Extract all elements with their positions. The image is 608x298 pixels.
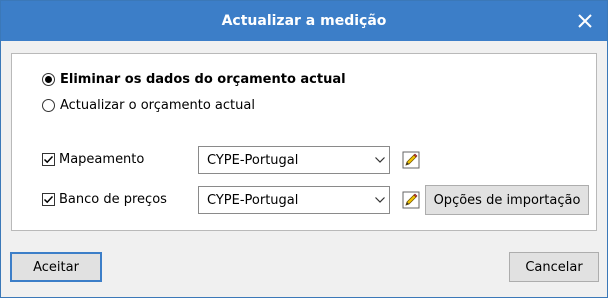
mapeamento-label: Mapeamento [59,151,145,167]
banco-value: CYPE-Portugal [207,192,299,208]
close-icon [578,14,592,28]
checkmark-icon [43,155,54,163]
chevron-down-icon [371,147,389,173]
radio-eliminar-row[interactable]: Eliminar os dados do orçamento actual [42,68,346,90]
banco-select[interactable]: CYPE-Portugal [198,186,390,214]
checkmark-icon [43,195,54,203]
dialog-title: Actualizar a medição [221,13,387,29]
update-measurement-dialog: Actualizar a medição Eliminar os dados d… [0,0,608,298]
mapeamento-value: CYPE-Portugal [207,152,299,168]
banco-row[interactable]: Banco de preços [42,188,167,210]
radio-eliminar-label: Eliminar os dados do orçamento actual [60,71,346,87]
title-bar: Actualizar a medição [1,1,607,41]
cancel-button[interactable]: Cancelar [509,252,599,282]
mapeamento-select[interactable]: CYPE-Portugal [198,146,390,174]
close-button[interactable] [571,7,599,35]
mapeamento-checkbox[interactable] [42,152,55,166]
import-options-button[interactable]: Opções de importação [425,185,589,215]
accept-button[interactable]: Aceitar [10,252,102,282]
banco-checkbox[interactable] [42,192,55,206]
radio-actualizar[interactable] [42,98,55,112]
chevron-down-icon [371,187,389,213]
radio-actualizar-label: Actualizar o orçamento actual [60,97,255,113]
mapeamento-row[interactable]: Mapeamento [42,148,144,170]
pencil-icon [402,151,420,169]
radio-actualizar-row[interactable]: Actualizar o orçamento actual [42,94,255,116]
radio-eliminar[interactable] [42,72,55,86]
edit-banco-button[interactable] [402,191,420,209]
edit-mapeamento-button[interactable] [402,151,420,169]
options-panel: Eliminar os dados do orçamento actual Ac… [11,53,597,231]
pencil-icon [402,191,420,209]
banco-label: Banco de preços [59,191,167,207]
